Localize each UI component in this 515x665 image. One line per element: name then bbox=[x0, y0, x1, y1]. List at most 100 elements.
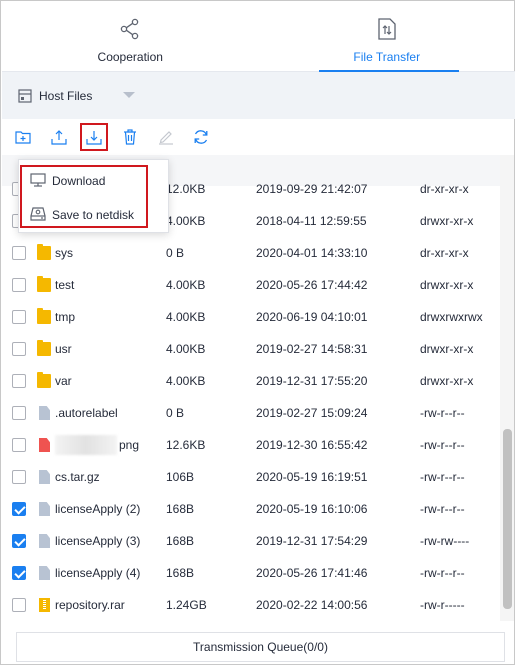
row-checkbox[interactable] bbox=[12, 278, 26, 292]
archive-file-icon bbox=[39, 598, 50, 612]
row-checkbox[interactable] bbox=[12, 534, 26, 548]
row-checkbox[interactable] bbox=[12, 566, 26, 580]
row-checkbox[interactable] bbox=[12, 598, 26, 612]
file-permissions: drwxr-xr-x bbox=[420, 214, 474, 228]
folder-icon bbox=[37, 244, 51, 260]
file-icon bbox=[39, 406, 50, 420]
row-checkbox[interactable] bbox=[12, 342, 26, 356]
file-toolbar bbox=[2, 119, 515, 155]
chevron-down-icon[interactable] bbox=[123, 92, 135, 98]
file-name[interactable]: .autorelabel bbox=[55, 406, 118, 420]
folder-icon bbox=[37, 372, 51, 388]
file-modified-date: 2020-05-26 17:41:46 bbox=[256, 566, 368, 580]
table-row[interactable]: licenseApply (3) 168B 2019-12-31 17:54:29 -… bbox=[2, 525, 500, 557]
file-size: 168B bbox=[166, 502, 195, 516]
row-checkbox[interactable] bbox=[12, 470, 26, 484]
file-modified-date: 2020-06-19 04:10:01 bbox=[256, 310, 368, 324]
table-row[interactable]: sys 0 B 2020-04-01 14:33:10 dr-xr-xr-x bbox=[2, 237, 500, 269]
file-size: 0 B bbox=[166, 406, 185, 420]
file-modified-date: 2019-02-27 14:58:31 bbox=[256, 342, 368, 356]
tab-file-transfer[interactable]: File Transfer bbox=[259, 2, 515, 72]
host-selector[interactable]: Host Files bbox=[2, 72, 515, 119]
file-modified-date: 2019-12-31 17:54:29 bbox=[256, 534, 368, 548]
file-modified-date: 2018-04-11 12:59:55 bbox=[256, 214, 367, 228]
file-permissions: dr-xr-xr-x bbox=[420, 182, 469, 196]
file-size: 1.24GB bbox=[166, 598, 207, 612]
table-row[interactable]: repository.rar 1.24GB 2020-02-22 14:00:56 -… bbox=[2, 589, 500, 621]
file-permissions: dr-xr-xr-x bbox=[420, 246, 469, 260]
file-name[interactable]: png bbox=[119, 438, 139, 452]
file-modified-date: 2019-12-30 16:55:42 bbox=[256, 438, 368, 452]
transmission-queue-button[interactable]: Transmission Queue(0/0) bbox=[16, 632, 505, 662]
file-name[interactable]: repository.rar bbox=[55, 598, 125, 612]
file-permissions: drwxrwxrwx bbox=[420, 310, 483, 324]
file-size: 168B bbox=[166, 566, 195, 580]
row-checkbox[interactable] bbox=[12, 246, 26, 260]
table-row[interactable]: usr 4.00KB 2019-02-27 14:58:31 drwxr-xr-x bbox=[2, 333, 500, 365]
download-icon[interactable] bbox=[80, 123, 108, 151]
file-permissions: -rw-r----- bbox=[420, 598, 465, 612]
tab-cooperation[interactable]: Cooperation bbox=[2, 2, 259, 71]
file-size: 4.00KB bbox=[166, 214, 206, 228]
file-modified-date: 2020-05-19 16:10:06 bbox=[256, 502, 368, 516]
file-name[interactable]: test bbox=[55, 278, 74, 292]
transmission-queue-label: Transmission Queue(0/0) bbox=[193, 640, 328, 654]
table-row[interactable]: test 4.00KB 2020-05-26 17:44:42 drwxr-xr-x bbox=[2, 269, 500, 301]
table-row[interactable]: licenseApply (2) 168B 2020-05-19 16:10:06 -… bbox=[2, 493, 500, 525]
row-checkbox[interactable] bbox=[12, 438, 26, 452]
file-permissions: drwxr-xr-x bbox=[420, 342, 474, 356]
file-transfer-icon bbox=[378, 18, 396, 43]
file-size: 106B bbox=[166, 470, 195, 484]
menu-highlight-box bbox=[20, 165, 148, 228]
redacted-filename bbox=[55, 435, 117, 455]
file-modified-date: 2019-12-31 17:55:20 bbox=[256, 374, 368, 388]
folder-icon bbox=[37, 340, 51, 356]
table-row[interactable]: var 4.00KB 2019-12-31 17:55:20 drwxr-xr-x bbox=[2, 365, 500, 397]
host-selector-label: Host Files bbox=[39, 89, 93, 103]
file-size: 4.00KB bbox=[166, 278, 206, 292]
refresh-icon[interactable] bbox=[191, 127, 211, 147]
table-row[interactable]: .autorelabel 0 B 2019-02-27 15:09:24 -rw-r-… bbox=[2, 397, 500, 429]
file-permissions: -rw-r--r-- bbox=[420, 406, 465, 420]
file-permissions: -rw-r--r-- bbox=[420, 470, 465, 484]
tab-file-transfer-label: File Transfer bbox=[353, 50, 421, 64]
file-modified-date: 2020-05-19 16:19:51 bbox=[256, 470, 368, 484]
file-name[interactable]: licenseApply (4) bbox=[55, 566, 140, 580]
row-checkbox[interactable] bbox=[12, 502, 26, 516]
file-icon bbox=[39, 502, 50, 516]
new-folder-icon[interactable] bbox=[13, 127, 33, 147]
scrollbar-thumb[interactable] bbox=[503, 429, 512, 609]
host-icon bbox=[18, 89, 32, 106]
table-row[interactable]: tmp 4.00KB 2020-06-19 04:10:01 drwxrwxrwx bbox=[2, 301, 500, 333]
file-permissions: -rw-rw---- bbox=[420, 534, 470, 548]
file-size: 12.6KB bbox=[166, 438, 206, 452]
folder-icon bbox=[37, 308, 51, 324]
file-name[interactable]: var bbox=[55, 374, 72, 388]
row-checkbox[interactable] bbox=[12, 374, 26, 388]
file-icon bbox=[39, 566, 50, 580]
file-modified-date: 2020-04-01 14:33:10 bbox=[256, 246, 368, 260]
download-menu: Download Save to netdisk bbox=[18, 159, 169, 233]
table-row[interactable]: png 12.6KB 2019-12-30 16:55:42 -rw-r--r-- bbox=[2, 429, 500, 461]
delete-icon[interactable] bbox=[120, 127, 140, 147]
file-name[interactable]: tmp bbox=[55, 310, 75, 324]
row-checkbox[interactable] bbox=[12, 406, 26, 420]
file-size: 4.00KB bbox=[166, 374, 206, 388]
file-name[interactable]: usr bbox=[55, 342, 72, 356]
file-permissions: drwxr-xr-x bbox=[420, 374, 474, 388]
folder-icon bbox=[37, 276, 51, 292]
row-checkbox[interactable] bbox=[12, 310, 26, 324]
tab-bar: Cooperation File Transfer bbox=[2, 2, 515, 72]
file-permissions: drwxr-xr-x bbox=[420, 278, 474, 292]
file-name[interactable]: licenseApply (2) bbox=[55, 502, 140, 516]
file-name[interactable]: licenseApply (3) bbox=[55, 534, 140, 548]
upload-icon[interactable] bbox=[49, 127, 69, 147]
file-icon bbox=[39, 534, 50, 548]
table-row[interactable]: licenseApply (4) 168B 2020-05-26 17:41:46 -… bbox=[2, 557, 500, 589]
file-modified-date: 2019-09-29 21:42:07 bbox=[256, 182, 368, 196]
file-list: 12.0KB 2019-09-29 21:42:07 dr-xr-xr-x 4.00K… bbox=[2, 173, 500, 621]
file-size: 4.00KB bbox=[166, 310, 206, 324]
file-name[interactable]: sys bbox=[55, 246, 73, 260]
table-row[interactable]: cs.tar.gz 106B 2020-05-19 16:19:51 -rw-r--r… bbox=[2, 461, 500, 493]
file-name[interactable]: cs.tar.gz bbox=[55, 470, 100, 484]
